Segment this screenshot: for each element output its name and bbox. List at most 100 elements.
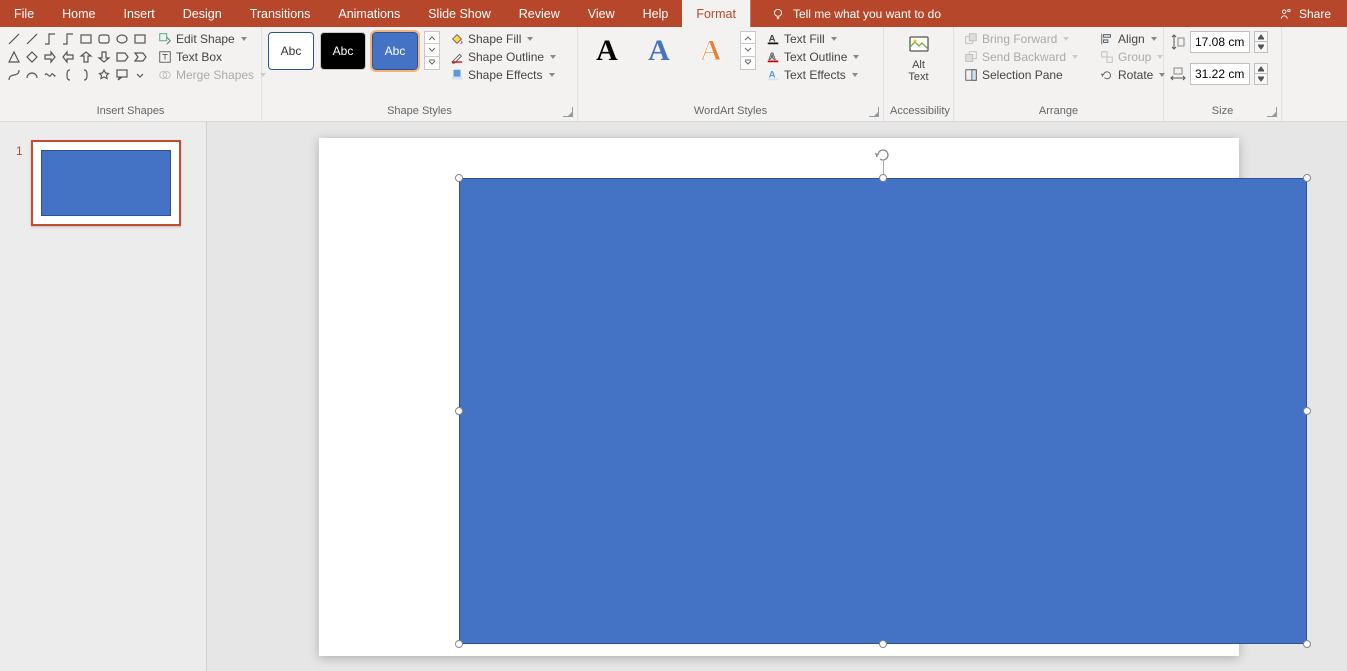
shape-pentagon-icon[interactable] xyxy=(114,49,130,65)
shape-styles-launcher[interactable] xyxy=(563,107,573,117)
shape-callout-icon[interactable] xyxy=(114,67,130,83)
selected-rectangle-shape[interactable] xyxy=(459,178,1307,644)
size-launcher[interactable] xyxy=(1267,107,1277,117)
effects-icon xyxy=(450,68,464,82)
edit-shape-button[interactable]: Edit Shape xyxy=(154,31,270,47)
merge-shapes-label: Merge Shapes xyxy=(176,68,254,82)
shape-rect2-icon[interactable] xyxy=(132,31,148,47)
slide[interactable] xyxy=(319,138,1239,656)
tell-me-search[interactable]: Tell me what you want to do xyxy=(750,0,1263,27)
shape-brace-icon[interactable] xyxy=(60,67,76,83)
resize-handle-tr[interactable] xyxy=(1303,174,1311,182)
gallery-down-icon[interactable] xyxy=(424,44,440,57)
share-label: Share xyxy=(1299,7,1331,21)
shape-more-icon[interactable] xyxy=(132,67,148,83)
group-accessibility: Alt Text Accessibility xyxy=(884,27,954,121)
wa-gallery-down-icon[interactable] xyxy=(740,44,756,57)
alt-text-button[interactable]: Alt Text xyxy=(899,31,939,85)
shape-connector-icon[interactable] xyxy=(42,31,58,47)
selection-pane-label: Selection Pane xyxy=(982,68,1063,82)
shape-arrow-right-icon[interactable] xyxy=(42,49,58,65)
tab-view[interactable]: View xyxy=(574,0,629,27)
shape-rect-icon[interactable] xyxy=(78,31,94,47)
thumbnail-number: 1 xyxy=(16,140,23,158)
shape-line-icon[interactable] xyxy=(6,31,22,47)
shape-diamond-icon[interactable] xyxy=(24,49,40,65)
bring-forward-button: Bring Forward xyxy=(960,31,1090,47)
text-outline-button[interactable]: A Text Outline xyxy=(762,49,863,65)
merge-shapes-icon xyxy=(158,68,172,82)
ribbon-tabs: File Home Insert Design Transitions Anim… xyxy=(0,0,1347,27)
tab-animations[interactable]: Animations xyxy=(324,0,414,27)
tab-file[interactable]: File xyxy=(0,0,48,27)
tab-home[interactable]: Home xyxy=(48,0,109,27)
text-effects-button[interactable]: A Text Effects xyxy=(762,67,863,83)
tab-help[interactable]: Help xyxy=(629,0,683,27)
tab-design[interactable]: Design xyxy=(169,0,236,27)
resize-handle-bl[interactable] xyxy=(455,640,463,648)
shape-curve-icon[interactable] xyxy=(6,67,22,83)
shape-style-gallery[interactable]: Abc Abc Abc xyxy=(268,31,440,70)
resize-handle-b[interactable] xyxy=(879,640,887,648)
width-down-icon[interactable] xyxy=(1254,74,1268,85)
height-down-icon[interactable] xyxy=(1254,42,1268,53)
shape-star-icon[interactable] xyxy=(96,67,112,83)
width-up-icon[interactable] xyxy=(1254,63,1268,74)
shape-ellipse-icon[interactable] xyxy=(114,31,130,47)
group-label-size: Size xyxy=(1170,105,1275,119)
resize-handle-br[interactable] xyxy=(1303,640,1311,648)
shape-arc-icon[interactable] xyxy=(24,67,40,83)
text-box-button[interactable]: Text Box xyxy=(154,49,270,65)
shape-arrow-left-icon[interactable] xyxy=(60,49,76,65)
style-swatch-2[interactable]: Abc xyxy=(320,32,366,70)
wa-gallery-more-icon[interactable] xyxy=(740,57,756,70)
shape-connector2-icon[interactable] xyxy=(60,31,76,47)
shape-outline-button[interactable]: Shape Outline xyxy=(446,49,560,65)
wordart-swatch-2[interactable]: A xyxy=(636,32,682,70)
tab-review[interactable]: Review xyxy=(505,0,574,27)
tab-insert[interactable]: Insert xyxy=(110,0,169,27)
resize-handle-l[interactable] xyxy=(455,407,463,415)
shape-arrow-up-icon[interactable] xyxy=(78,49,94,65)
group-arrange: Bring Forward Send Backward Selection Pa… xyxy=(954,27,1164,121)
rotate-icon xyxy=(1100,68,1114,82)
text-fill-button[interactable]: A Text Fill xyxy=(762,31,863,47)
shape-fill-label: Shape Fill xyxy=(468,32,521,46)
shape-triangle-icon[interactable] xyxy=(6,49,22,65)
style-swatch-1[interactable]: Abc xyxy=(268,32,314,70)
height-up-icon[interactable] xyxy=(1254,31,1268,42)
shape-line2-icon[interactable] xyxy=(24,31,40,47)
workspace: 1 xyxy=(0,122,1347,671)
style-swatch-3[interactable]: Abc xyxy=(372,32,418,70)
resize-handle-tl[interactable] xyxy=(455,174,463,182)
tab-slideshow[interactable]: Slide Show xyxy=(414,0,505,27)
height-input[interactable] xyxy=(1190,31,1250,53)
wordart-launcher[interactable] xyxy=(869,107,879,117)
wordart-swatch-1[interactable]: A xyxy=(584,32,630,70)
shape-wave-icon[interactable] xyxy=(42,67,58,83)
shape-arrow-down-icon[interactable] xyxy=(96,49,112,65)
resize-handle-r[interactable] xyxy=(1303,407,1311,415)
width-input[interactable] xyxy=(1190,63,1250,85)
wordart-gallery[interactable]: A A A xyxy=(584,31,756,70)
share-button[interactable]: Share xyxy=(1263,0,1347,27)
shape-effects-button[interactable]: Shape Effects xyxy=(446,67,560,83)
lightbulb-icon xyxy=(771,7,785,21)
slide-thumbnail-pane[interactable]: 1 xyxy=(0,122,207,671)
slide-canvas-area[interactable] xyxy=(207,122,1347,671)
tab-transitions[interactable]: Transitions xyxy=(236,0,325,27)
shape-chevron-icon[interactable] xyxy=(132,49,148,65)
wordart-swatch-3[interactable]: A xyxy=(688,32,734,70)
wa-gallery-up-icon[interactable] xyxy=(740,31,756,44)
text-outline-label: Text Outline xyxy=(784,50,847,64)
tab-format[interactable]: Format xyxy=(682,0,750,27)
gallery-up-icon[interactable] xyxy=(424,31,440,44)
selection-pane-button[interactable]: Selection Pane xyxy=(960,67,1090,83)
slide-thumbnail-1[interactable] xyxy=(31,140,181,226)
shape-brace2-icon[interactable] xyxy=(78,67,94,83)
shapes-gallery[interactable] xyxy=(6,31,148,83)
resize-handle-t[interactable] xyxy=(879,174,887,182)
shape-fill-button[interactable]: Shape Fill xyxy=(446,31,560,47)
gallery-more-icon[interactable] xyxy=(424,57,440,70)
shape-roundrect-icon[interactable] xyxy=(96,31,112,47)
